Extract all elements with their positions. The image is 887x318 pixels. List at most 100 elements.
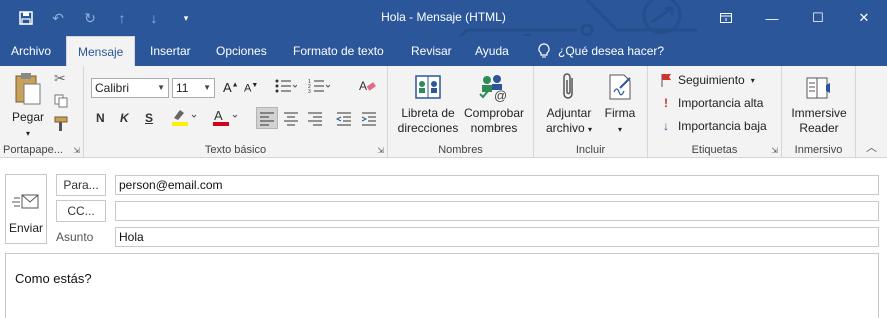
highlight-color-icon[interactable] [171, 108, 199, 129]
ribbon-tab-bar: Archivo Mensaje Insertar Opciones Format… [0, 36, 887, 66]
basic-text-launcher-icon[interactable]: ⇲ [377, 146, 384, 155]
tab-revisar[interactable]: Revisar [411, 36, 452, 66]
check-names-label-1: Comprobar [463, 106, 525, 120]
check-names-button[interactable]: @ Comprobar nombres [461, 72, 527, 136]
immersive-reader-icon [806, 77, 830, 99]
low-importance-button[interactable]: ↓ Importancia baja [660, 119, 767, 133]
check-names-label-2: nombres [470, 121, 518, 135]
immersive-reader-button[interactable]: Immersive Reader [786, 72, 852, 136]
collapse-ribbon-icon[interactable]: ︿ [866, 139, 877, 155]
immersive-reader-label-2: Reader [799, 121, 839, 135]
flag-icon [661, 74, 671, 87]
align-right-icon[interactable] [305, 108, 325, 131]
decrease-indent-icon[interactable] [334, 108, 354, 131]
to-button[interactable]: Para... [56, 174, 106, 196]
address-book-label-2: direcciones [397, 121, 459, 135]
underline-button[interactable]: S [145, 111, 153, 125]
tell-me-search[interactable]: ¿Qué desea hacer? [538, 36, 664, 66]
close-icon[interactable]: ✕ [841, 0, 887, 36]
follow-up-label: Seguimiento [678, 73, 745, 87]
tab-archivo[interactable]: Archivo [11, 36, 51, 66]
font-name-combo[interactable]: Calibri ▼ [91, 78, 169, 98]
tab-formato-de-texto[interactable]: Formato de texto [293, 36, 384, 66]
message-body[interactable]: Como estás? [5, 253, 879, 318]
tags-launcher-icon[interactable]: ⇲ [771, 146, 778, 155]
group-basic-text: Calibri ▼ 11 ▼ A▲ A▼ 123 A N K S A Texto… [84, 66, 388, 158]
ribbon-display-icon[interactable] [703, 0, 749, 36]
group-include: Adjuntar archivo ▾ Firma ▾ Incluir [534, 66, 648, 158]
address-book-label-1: Libreta de [401, 106, 455, 120]
lightbulb-icon [538, 43, 550, 58]
signature-label: Firma [604, 106, 636, 120]
numbering-icon[interactable]: 123 [308, 78, 331, 97]
high-importance-icon: ! [664, 96, 668, 110]
minimize-icon[interactable]: — [749, 0, 795, 36]
names-group-label: Nombres [438, 144, 483, 156]
signature-button[interactable]: Firma ▾ [600, 72, 640, 137]
group-clipboard: Pegar ▾ ✂ Portapape... ⇲ [0, 66, 84, 158]
font-color-icon[interactable]: A [212, 108, 240, 129]
tab-mensaje[interactable]: Mensaje [66, 36, 136, 66]
svg-text:@: @ [494, 88, 507, 102]
window-controls: — ☐ ✕ [703, 0, 887, 36]
chevron-down-icon: ▼ [203, 83, 211, 92]
align-center-icon[interactable] [281, 108, 301, 131]
cc-field[interactable] [115, 201, 879, 221]
title-bar: ↶ ↻ ↑ ↓ ▾ Hola - Mensaje (HTML) — ☐ ✕ [0, 0, 887, 36]
tab-ayuda[interactable]: Ayuda [475, 36, 509, 66]
font-name-value: Calibri [95, 81, 130, 95]
send-icon [12, 194, 39, 209]
immersive-reader-label-1: Immersive [791, 106, 847, 120]
group-tags: Seguimiento ▾ ! Importancia alta ↓ Import… [648, 66, 782, 158]
clipboard-launcher-icon[interactable]: ⇲ [73, 146, 80, 155]
high-importance-button[interactable]: ! Importancia alta [660, 96, 763, 110]
chevron-down-icon: ▼ [157, 83, 165, 92]
font-size-combo[interactable]: 11 ▼ [172, 78, 215, 98]
clear-formatting-icon[interactable]: A [359, 78, 377, 97]
low-importance-label: Importancia baja [678, 119, 767, 133]
paperclip-icon [563, 73, 573, 99]
shrink-font-icon[interactable]: A▼ [244, 82, 258, 95]
send-button[interactable]: Enviar [5, 174, 47, 244]
group-immersive: Immersive Reader Inmersivo [782, 66, 856, 158]
bold-button[interactable]: N [96, 111, 105, 125]
signature-icon [609, 74, 631, 100]
tags-group-label: Etiquetas [691, 144, 738, 156]
ribbon: Pegar ▾ ✂ Portapape... ⇲ Calibri ▼ 11 ▼ A▲ … [0, 66, 887, 158]
cut-icon[interactable]: ✂ [54, 70, 66, 87]
align-left-button[interactable] [256, 107, 278, 129]
low-importance-icon: ↓ [663, 119, 669, 133]
group-names: Libreta de direcciones @ Comprobar nombr… [388, 66, 534, 158]
bullets-icon[interactable] [275, 78, 298, 97]
attach-file-button[interactable]: Adjuntar archivo ▾ [540, 72, 598, 137]
paste-button[interactable]: Pegar ▾ [8, 72, 48, 141]
tell-me-label: ¿Qué desea hacer? [558, 44, 665, 58]
copy-icon[interactable] [54, 94, 68, 111]
subject-field[interactable]: Hola [115, 227, 879, 247]
message-body-text: Como estás? [15, 271, 92, 286]
format-painter-icon[interactable] [54, 116, 68, 135]
include-group-label: Incluir [575, 144, 606, 156]
follow-up-button[interactable]: Seguimiento ▾ [660, 73, 755, 87]
maximize-icon[interactable]: ☐ [795, 0, 841, 36]
tab-opciones[interactable]: Opciones [216, 36, 267, 66]
svg-text:3: 3 [308, 89, 311, 94]
compose-area: Enviar Para... person@email.com CC... As… [0, 160, 887, 318]
attach-file-label-2: archivo [545, 121, 585, 135]
tab-insertar[interactable]: Insertar [150, 36, 191, 66]
paste-label: Pegar [11, 110, 45, 124]
grow-font-icon[interactable]: A▲ [223, 80, 239, 95]
svg-text:A: A [359, 79, 367, 93]
clipboard-icon [15, 73, 41, 105]
increase-indent-icon[interactable] [359, 108, 379, 131]
font-size-value: 11 [176, 81, 189, 95]
attach-file-label-1: Adjuntar [546, 106, 592, 120]
italic-button[interactable]: K [120, 111, 129, 125]
address-book-button[interactable]: Libreta de direcciones [396, 72, 460, 136]
address-book-icon [415, 75, 441, 99]
to-field[interactable]: person@email.com [115, 175, 879, 195]
cc-button[interactable]: CC... [56, 200, 106, 222]
svg-text:A: A [214, 108, 223, 123]
send-label: Enviar [8, 221, 43, 235]
immersive-group-label: Inmersivo [794, 144, 843, 156]
